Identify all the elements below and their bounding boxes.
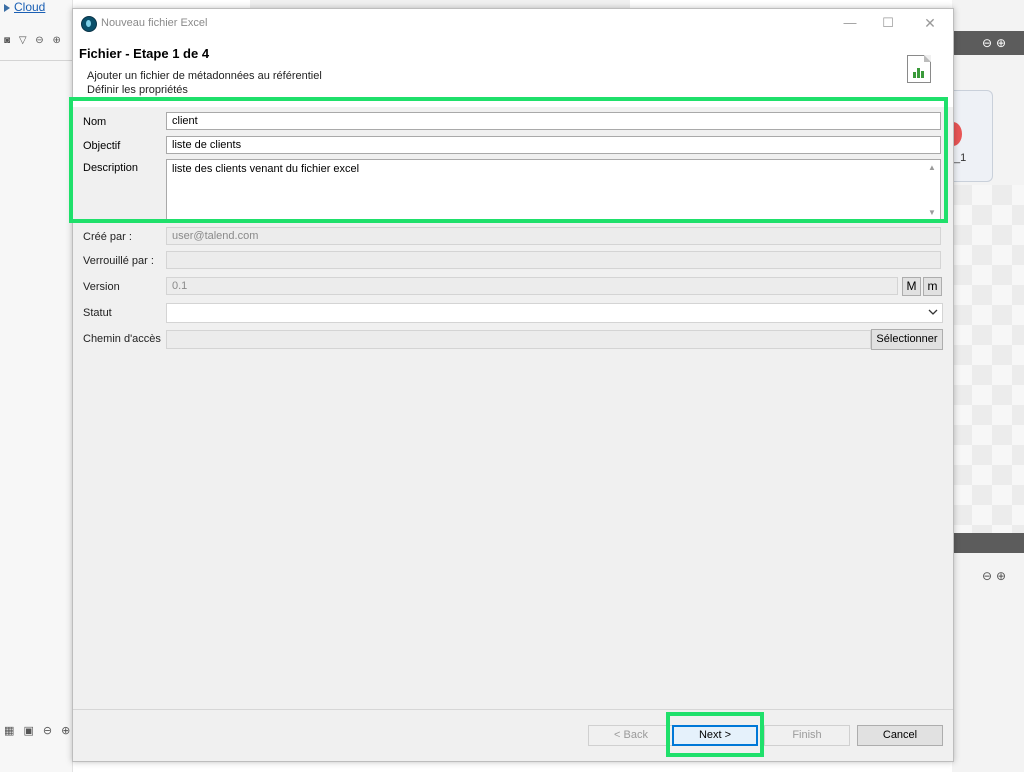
path-label: Chemin d'accès	[83, 333, 161, 345]
purpose-input[interactable]: liste de clients	[166, 136, 941, 154]
finish-button[interactable]: Finish	[764, 725, 850, 746]
wizard-header: Fichier - Etape 1 de 4 Ajouter un fichie…	[73, 37, 953, 107]
scroll-down-icon[interactable]: ▼	[928, 208, 936, 217]
left-panel-divider	[0, 60, 72, 61]
right-panel-mid-header	[952, 533, 1024, 553]
name-label: Nom	[83, 116, 107, 128]
status-label: Statut	[83, 307, 112, 319]
version-label: Version	[83, 281, 120, 293]
new-excel-file-dialog: Nouveau fichier Excel — ☐ ✕ Fichier - Et…	[72, 8, 954, 762]
dialog-title: Nouveau fichier Excel	[101, 17, 208, 29]
name-input[interactable]: client	[166, 112, 941, 130]
description-textarea[interactable]: liste des clients venant du fichier exce…	[166, 159, 941, 221]
path-field	[166, 330, 871, 349]
locked-by-field	[166, 251, 941, 269]
minor-version-button[interactable]: m	[923, 277, 942, 296]
maximize-button[interactable]: ☐	[873, 13, 903, 33]
right-component-label: _1	[954, 152, 967, 164]
created-by-label: Créé par :	[83, 231, 132, 243]
step-title: Fichier - Etape 1 de 4	[79, 46, 210, 61]
left-toolbar-icons[interactable]: ◙ ▽ ⊖ ⊕	[4, 35, 64, 46]
cloud-link[interactable]: Cloud	[4, 0, 45, 14]
cancel-button[interactable]: Cancel	[857, 725, 943, 746]
chevron-down-icon	[928, 309, 938, 315]
talend-app-icon	[81, 16, 97, 32]
right-canvas-grid	[952, 185, 1024, 535]
description-label: Description	[83, 162, 139, 174]
wizard-subtitle: Ajouter un fichier de métadonnées au réf…	[87, 70, 322, 82]
scroll-up-icon[interactable]: ▲	[928, 163, 936, 172]
locked-by-label: Verrouillé par :	[83, 255, 154, 267]
expand-triangle-icon	[4, 3, 10, 12]
right-panel-zoom-icons[interactable]: ⊖⊕	[982, 36, 1010, 50]
select-path-button[interactable]: Sélectionner	[871, 329, 943, 350]
dialog-titlebar[interactable]: Nouveau fichier Excel — ☐ ✕	[73, 9, 953, 37]
purpose-label: Objectif	[83, 140, 121, 152]
close-button[interactable]: ✕	[915, 13, 945, 33]
major-version-button[interactable]: M	[902, 277, 921, 296]
bottom-left-toolbar-icons[interactable]: ▦ ▣ ⊖ ⊕	[4, 724, 73, 737]
minimize-button[interactable]: —	[835, 13, 865, 33]
created-by-field: user@talend.com	[166, 227, 941, 245]
excel-file-icon	[907, 55, 931, 83]
background-left-panel	[0, 0, 73, 772]
status-dropdown[interactable]	[166, 303, 943, 323]
description-scrollbar[interactable]: ▲ ▼	[925, 161, 939, 219]
back-button[interactable]: < Back	[588, 725, 674, 746]
version-field: 0.1	[166, 277, 898, 295]
next-button[interactable]: Next >	[672, 725, 758, 746]
right-panel-mid-zoom-icons[interactable]: ⊖⊕	[982, 569, 1010, 583]
wizard-description: Définir les propriétés	[87, 84, 188, 96]
footer-separator	[73, 709, 953, 710]
description-text: liste des clients venant du fichier exce…	[172, 163, 360, 175]
